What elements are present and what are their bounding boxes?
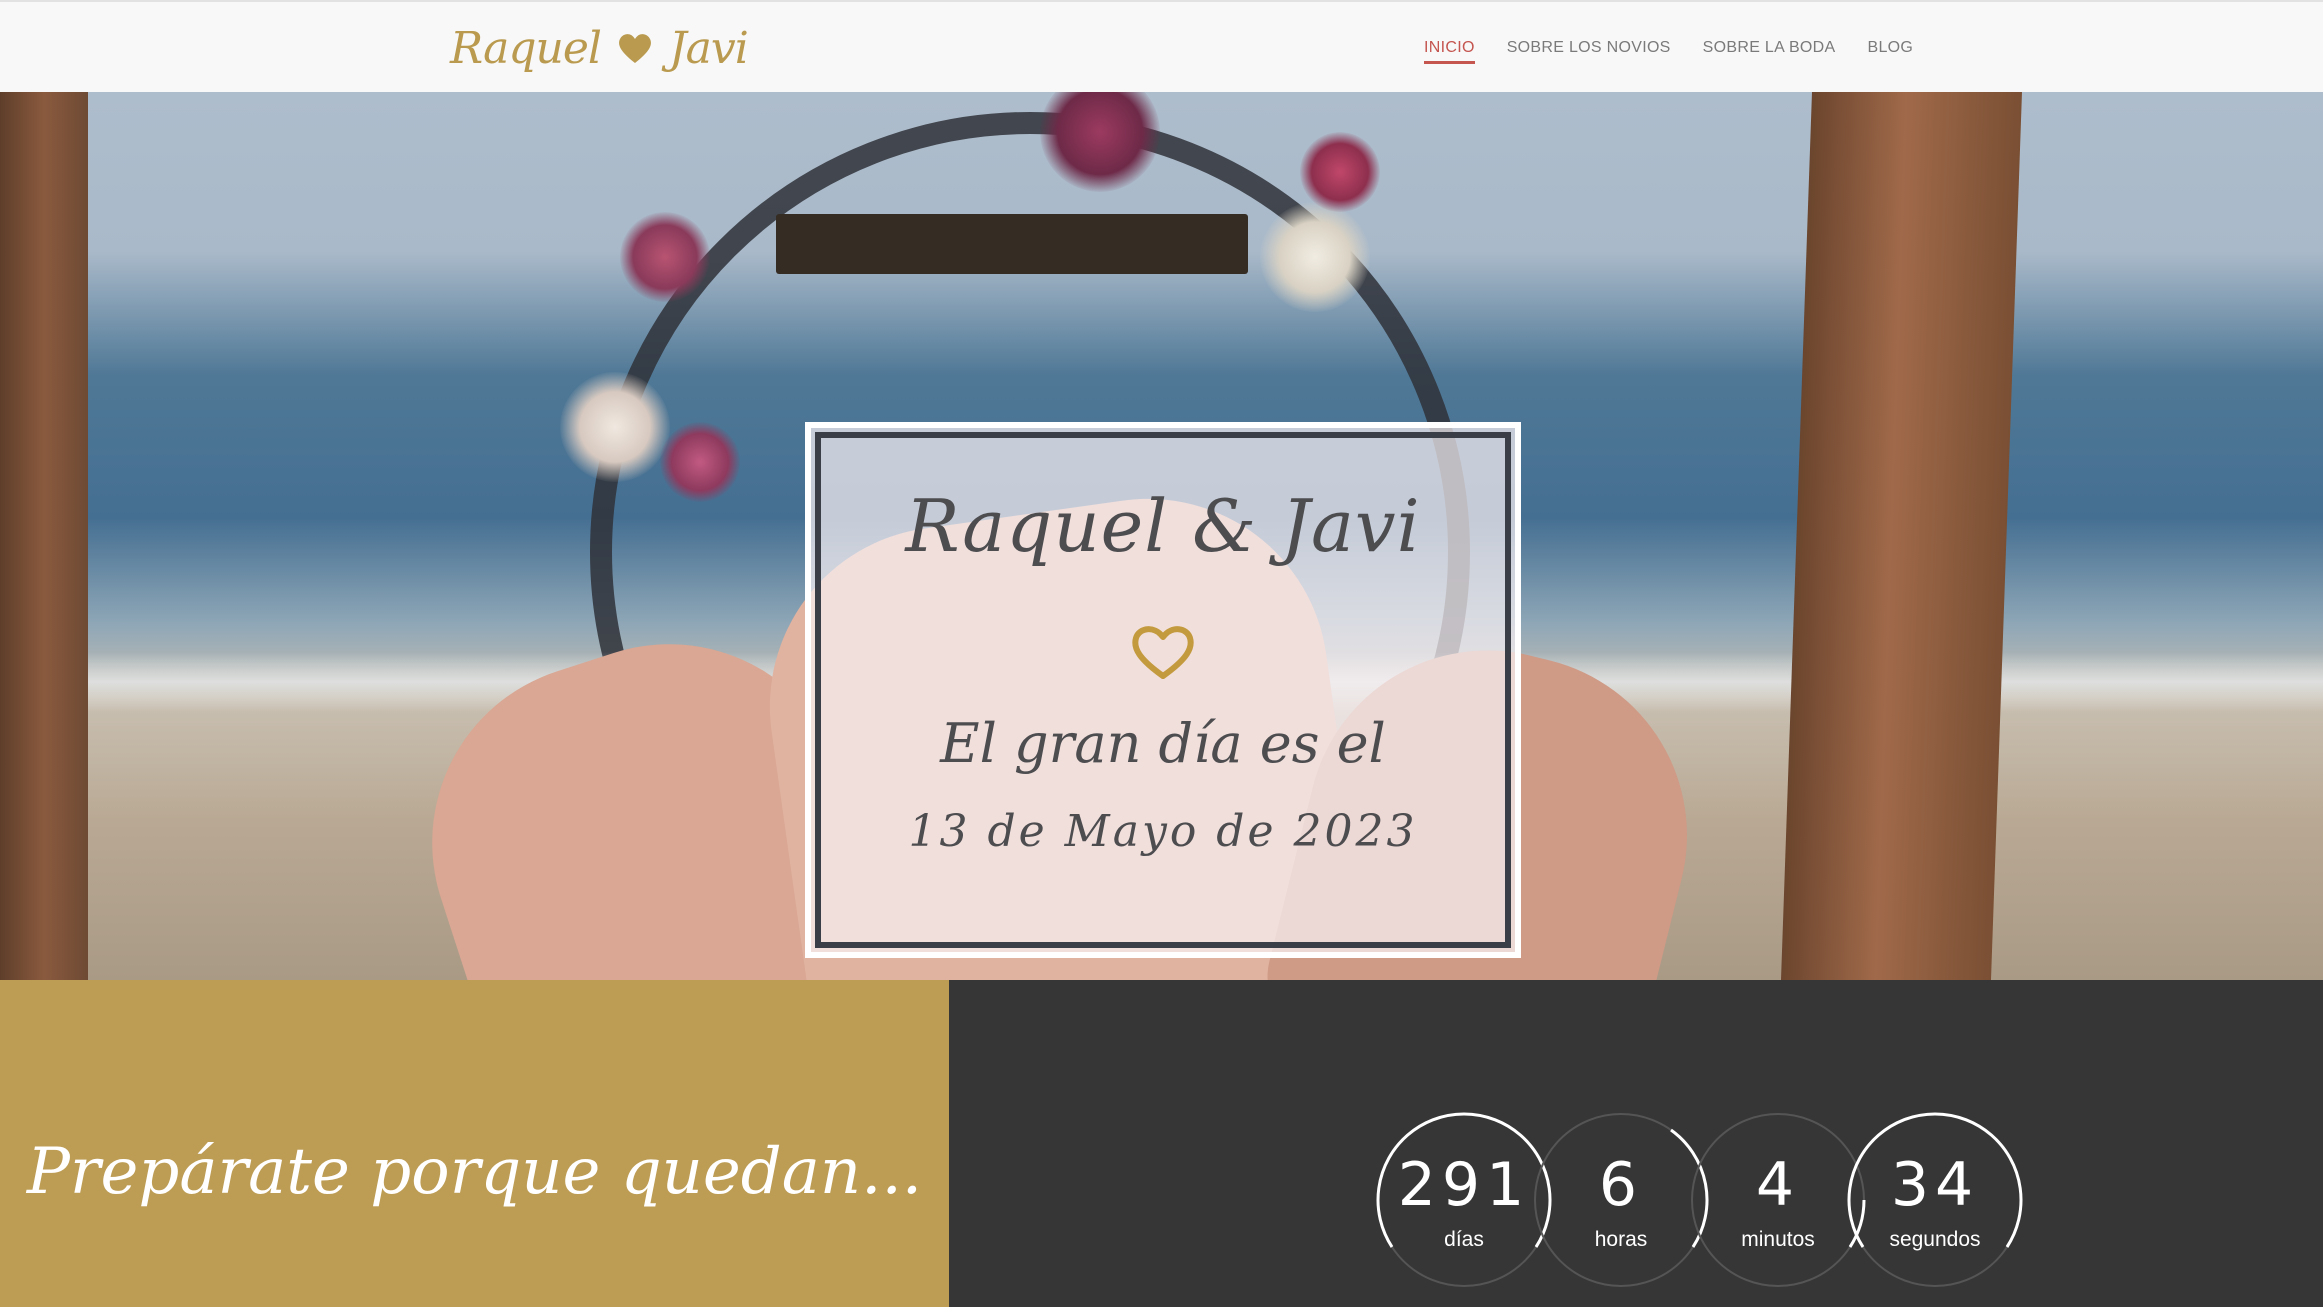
countdown-seconds-value: 34 <box>1890 1150 1980 1220</box>
hero-banner: Raquel & Javi El gran día es el 13 de Ma… <box>0 92 2323 980</box>
nav-item-sobre-la-boda[interactable]: SOBRE LA BODA <box>1703 2 1836 94</box>
heart-outline-icon <box>1132 626 1194 679</box>
countdown-intro-text: Prepárate porque quedan... <box>26 1135 923 1209</box>
nav-item-blog[interactable]: BLOG <box>1868 2 1914 94</box>
couple-title: Raquel & Javi <box>905 484 1421 568</box>
logo-name-right: Javi <box>669 22 749 74</box>
countdown-hours-label: horas <box>1594 1228 1648 1251</box>
flower-decoration <box>560 372 670 482</box>
logo-name-left: Raquel <box>450 22 602 74</box>
main-nav: INICIO SOBRE LOS NOVIOS SOBRE LA BODA BL… <box>1424 2 1913 94</box>
wedding-subtitle: El gran día es el <box>940 712 1386 775</box>
countdown-seconds: 34 segundos <box>1845 1110 2025 1290</box>
countdown-minutes-label: minutos <box>1741 1228 1815 1251</box>
countdown-minutes: 4 minutos <box>1688 1110 1868 1290</box>
invitation-card: Raquel & Javi El gran día es el 13 de Ma… <box>805 422 1521 958</box>
wooden-sign-image <box>776 214 1248 274</box>
wooden-post-right <box>1780 92 2022 980</box>
flower-decoration <box>620 212 710 302</box>
countdown-days-value: 291 <box>1397 1150 1531 1220</box>
countdown-days-label: días <box>1444 1228 1484 1251</box>
site-header: Raquel Javi INICIO SOBRE LOS NOVIOS SOBR… <box>0 0 2323 92</box>
countdown-panel: 291 días 6 horas 4 minutos 34 segundos <box>949 980 2323 1307</box>
countdown-seconds-label: segundos <box>1889 1228 1981 1251</box>
countdown-hours-value: 6 <box>1598 1150 1644 1220</box>
countdown-days: 291 días <box>1374 1110 1554 1290</box>
nav-item-sobre-los-novios[interactable]: SOBRE LOS NOVIOS <box>1507 2 1671 94</box>
wooden-post-left <box>0 92 88 980</box>
nav-item-inicio[interactable]: INICIO <box>1424 2 1475 94</box>
countdown-intro-panel: Prepárate porque quedan... <box>0 980 949 1307</box>
wedding-date: 13 de Mayo de 2023 <box>908 806 1418 857</box>
heart-icon <box>619 34 651 63</box>
countdown-minutes-value: 4 <box>1755 1150 1801 1220</box>
flower-decoration <box>1300 132 1380 212</box>
flower-decoration <box>660 422 740 502</box>
site-logo[interactable]: Raquel Javi <box>450 16 749 80</box>
flower-decoration <box>1260 202 1370 312</box>
countdown-hours: 6 horas <box>1531 1110 1711 1290</box>
